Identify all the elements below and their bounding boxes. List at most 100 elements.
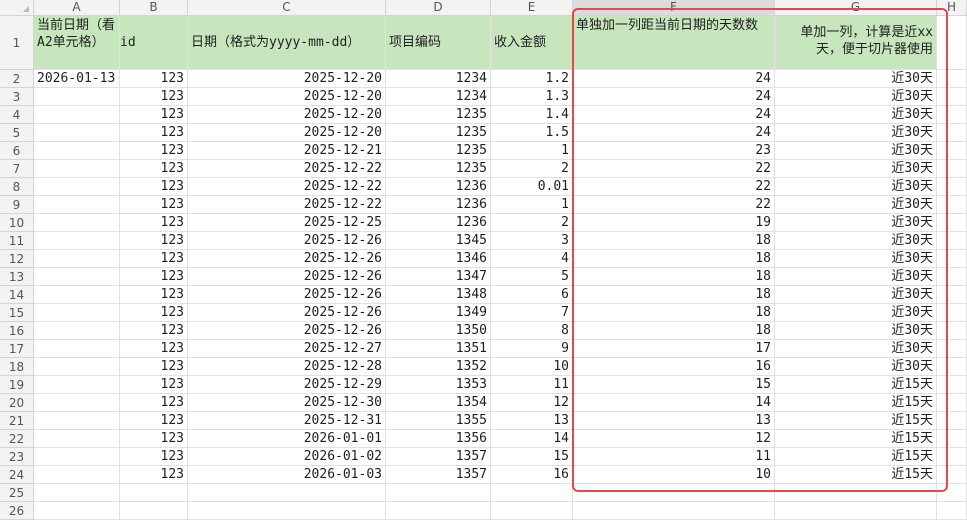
id-cell[interactable]: 123 xyxy=(120,394,188,412)
bucket-cell[interactable]: 近30天 xyxy=(775,286,937,304)
empty-cell[interactable] xyxy=(34,394,120,412)
income-cell[interactable]: 1.2 xyxy=(491,70,573,88)
id-cell[interactable]: 123 xyxy=(120,214,188,232)
date-cell[interactable]: 2025-12-22 xyxy=(188,178,386,196)
days-diff-cell[interactable]: 18 xyxy=(573,322,775,340)
bucket-cell[interactable]: 近30天 xyxy=(775,106,937,124)
bucket-cell[interactable]: 近30天 xyxy=(775,124,937,142)
days-diff-cell[interactable]: 22 xyxy=(573,178,775,196)
income-cell[interactable]: 16 xyxy=(491,466,573,484)
empty-cell[interactable] xyxy=(34,430,120,448)
empty-cell[interactable] xyxy=(34,412,120,430)
id-cell[interactable]: 123 xyxy=(120,448,188,466)
row-header[interactable]: 19 xyxy=(0,376,34,394)
row-header[interactable]: 8 xyxy=(0,178,34,196)
row-header[interactable]: 21 xyxy=(0,412,34,430)
date-cell[interactable]: 2025-12-26 xyxy=(188,250,386,268)
empty-cell[interactable] xyxy=(188,502,386,520)
empty-cell[interactable] xyxy=(120,502,188,520)
empty-cell[interactable] xyxy=(937,412,967,430)
row-header[interactable]: 13 xyxy=(0,268,34,286)
project-code-cell[interactable]: 1234 xyxy=(386,88,491,106)
bucket-cell[interactable]: 近15天 xyxy=(775,466,937,484)
empty-cell[interactable] xyxy=(34,160,120,178)
row-header[interactable]: 26 xyxy=(0,502,34,520)
project-code-cell[interactable]: 1235 xyxy=(386,160,491,178)
date-cell[interactable]: 2025-12-20 xyxy=(188,106,386,124)
project-code-cell[interactable]: 1234 xyxy=(386,70,491,88)
date-cell[interactable]: 2025-12-28 xyxy=(188,358,386,376)
row-header[interactable]: 4 xyxy=(0,106,34,124)
days-diff-cell[interactable]: 24 xyxy=(573,70,775,88)
days-diff-cell[interactable]: 19 xyxy=(573,214,775,232)
date-cell[interactable]: 2025-12-29 xyxy=(188,376,386,394)
days-diff-cell[interactable]: 18 xyxy=(573,268,775,286)
project-code-cell[interactable]: 1347 xyxy=(386,268,491,286)
project-code-cell[interactable]: 1351 xyxy=(386,340,491,358)
project-code-cell[interactable]: 1346 xyxy=(386,250,491,268)
income-cell[interactable]: 14 xyxy=(491,430,573,448)
project-code-cell[interactable]: 1235 xyxy=(386,142,491,160)
row-header[interactable]: 6 xyxy=(0,142,34,160)
empty-cell[interactable] xyxy=(937,70,967,88)
id-cell[interactable]: 123 xyxy=(120,268,188,286)
days-diff-cell[interactable]: 16 xyxy=(573,358,775,376)
row-header[interactable]: 12 xyxy=(0,250,34,268)
row-header[interactable]: 5 xyxy=(0,124,34,142)
empty-cell[interactable] xyxy=(491,484,573,502)
empty-cell[interactable] xyxy=(937,106,967,124)
days-diff-cell[interactable]: 18 xyxy=(573,304,775,322)
id-cell[interactable]: 123 xyxy=(120,340,188,358)
empty-cell[interactable] xyxy=(573,502,775,520)
date-cell[interactable]: 2025-12-27 xyxy=(188,340,386,358)
header-bucket[interactable]: 单加一列，计算是近xx天，便于切片器使用 xyxy=(775,16,937,70)
empty-cell[interactable] xyxy=(34,142,120,160)
column-header-g[interactable]: G xyxy=(775,0,937,16)
empty-cell[interactable] xyxy=(34,286,120,304)
days-diff-cell[interactable]: 24 xyxy=(573,88,775,106)
column-header-f[interactable]: F xyxy=(573,0,775,16)
date-cell[interactable]: 2026-01-02 xyxy=(188,448,386,466)
project-code-cell[interactable]: 1355 xyxy=(386,412,491,430)
id-cell[interactable]: 123 xyxy=(120,178,188,196)
empty-cell[interactable] xyxy=(34,88,120,106)
bucket-cell[interactable]: 近30天 xyxy=(775,268,937,286)
empty-cell[interactable] xyxy=(937,88,967,106)
days-diff-cell[interactable]: 13 xyxy=(573,412,775,430)
row-header[interactable]: 20 xyxy=(0,394,34,412)
empty-cell[interactable] xyxy=(34,304,120,322)
days-diff-cell[interactable]: 14 xyxy=(573,394,775,412)
empty-cell[interactable] xyxy=(386,502,491,520)
row-header[interactable]: 24 xyxy=(0,466,34,484)
header-date[interactable]: 日期（格式为yyyy-mm-dd） xyxy=(188,16,386,70)
date-cell[interactable]: 2025-12-26 xyxy=(188,286,386,304)
empty-cell[interactable] xyxy=(937,16,967,70)
income-cell[interactable]: 1.5 xyxy=(491,124,573,142)
empty-cell[interactable] xyxy=(573,484,775,502)
date-cell[interactable]: 2026-01-01 xyxy=(188,430,386,448)
row-header[interactable]: 22 xyxy=(0,430,34,448)
days-diff-cell[interactable]: 12 xyxy=(573,430,775,448)
bucket-cell[interactable]: 近15天 xyxy=(775,376,937,394)
project-code-cell[interactable]: 1353 xyxy=(386,376,491,394)
date-cell[interactable]: 2025-12-26 xyxy=(188,322,386,340)
project-code-cell[interactable]: 1235 xyxy=(386,106,491,124)
date-cell[interactable]: 2025-12-20 xyxy=(188,88,386,106)
income-cell[interactable]: 10 xyxy=(491,358,573,376)
days-diff-cell[interactable]: 17 xyxy=(573,340,775,358)
income-cell[interactable]: 2 xyxy=(491,214,573,232)
date-cell[interactable]: 2025-12-26 xyxy=(188,304,386,322)
empty-cell[interactable] xyxy=(937,268,967,286)
current-date-cell[interactable]: 2026-01-13 xyxy=(34,70,120,88)
bucket-cell[interactable]: 近30天 xyxy=(775,232,937,250)
income-cell[interactable]: 1.4 xyxy=(491,106,573,124)
empty-cell[interactable] xyxy=(937,502,967,520)
days-diff-cell[interactable]: 24 xyxy=(573,124,775,142)
row-header[interactable]: 16 xyxy=(0,322,34,340)
header-days-diff[interactable]: 单独加一列距当前日期的天数数 xyxy=(573,16,775,70)
empty-cell[interactable] xyxy=(34,250,120,268)
bucket-cell[interactable]: 近30天 xyxy=(775,88,937,106)
date-cell[interactable]: 2025-12-20 xyxy=(188,124,386,142)
row-header[interactable]: 10 xyxy=(0,214,34,232)
date-cell[interactable]: 2025-12-21 xyxy=(188,142,386,160)
